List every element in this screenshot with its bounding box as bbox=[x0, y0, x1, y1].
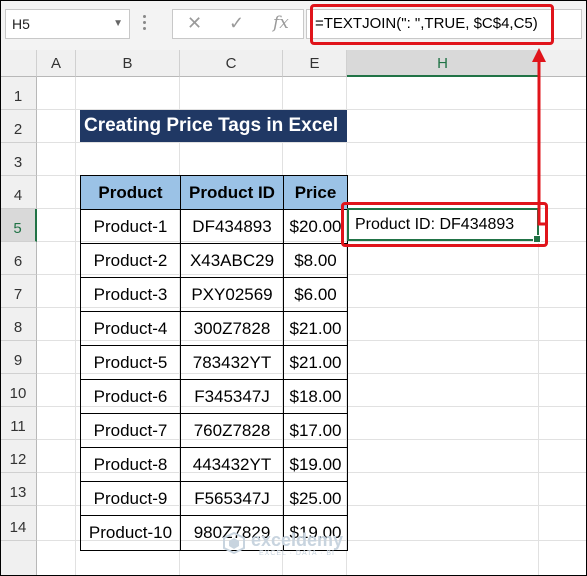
image-border bbox=[0, 0, 587, 576]
